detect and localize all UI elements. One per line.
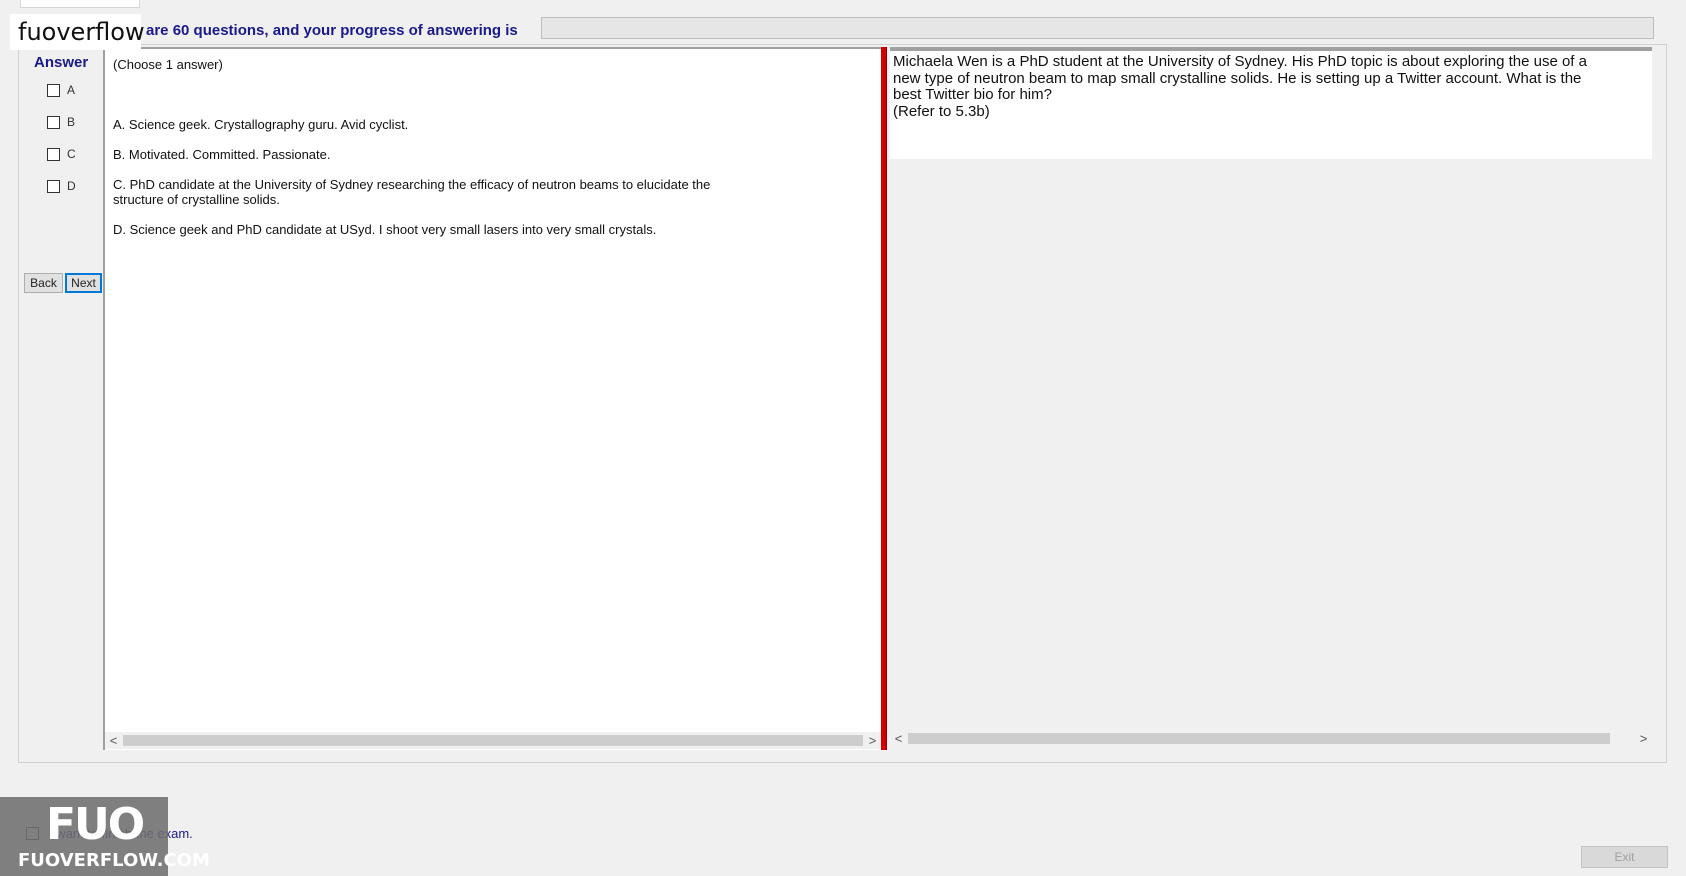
option-d-checkbox[interactable]: D	[47, 179, 76, 193]
checkbox-icon[interactable]	[47, 179, 60, 193]
option-a-checkbox[interactable]: A	[47, 83, 75, 97]
logo-mark: FUO	[46, 799, 145, 850]
progress-bar	[541, 17, 1654, 39]
question-stem: Michaela Wen is a PhD student at the Uni…	[893, 53, 1613, 120]
option-label: B	[67, 115, 76, 129]
option-label: D	[67, 179, 76, 193]
choose-instruction: (Choose 1 answer)	[113, 57, 223, 72]
logo-text: FUOVERFLOW.COM	[18, 850, 210, 871]
exit-button[interactable]: Exit	[1581, 846, 1668, 868]
watermark-logo: FUO FUOVERFLOW.COM	[0, 797, 210, 876]
back-button[interactable]: Back	[24, 273, 63, 293]
stem-text: Michaela Wen is a PhD student at the Uni…	[893, 53, 1587, 103]
answer-c-text: C. PhD candidate at the University of Sy…	[113, 177, 711, 207]
answer-title: Answer	[34, 54, 89, 71]
answer-a-text: A. Science geek. Crystallography guru. A…	[113, 117, 409, 132]
option-c-checkbox[interactable]: C	[47, 147, 76, 161]
scroll-thumb[interactable]	[908, 733, 1610, 744]
scroll-left-icon[interactable]: <	[890, 731, 907, 746]
option-label: C	[67, 147, 76, 161]
checkbox-icon[interactable]	[47, 115, 60, 129]
scroll-thumb[interactable]	[123, 735, 863, 746]
progress-label: are 60 questions, and your progress of a…	[146, 22, 518, 39]
scroll-left-icon[interactable]: <	[105, 733, 122, 748]
answer-d-text: D. Science geek and PhD candidate at USy…	[113, 222, 657, 237]
scroll-right-icon[interactable]: >	[1635, 731, 1652, 746]
next-button[interactable]: Next	[65, 273, 102, 293]
checkbox-icon[interactable]	[47, 83, 60, 97]
question-panel: (Choose 1 answer) A. Science geek. Cryst…	[103, 47, 881, 750]
stem-reference: (Refer to 5.3b)	[893, 102, 990, 120]
panel-divider[interactable]	[881, 47, 887, 750]
stem-panel: Michaela Wen is a PhD student at the Uni…	[890, 47, 1652, 159]
top-tab[interactable]	[20, 0, 140, 8]
answer-b-text: B. Motivated. Committed. Passionate.	[113, 147, 331, 162]
scroll-right-icon[interactable]: >	[864, 733, 881, 748]
stem-hscrollbar[interactable]: < >	[890, 730, 1652, 747]
checkbox-icon[interactable]	[47, 147, 60, 161]
watermark-text: fuoverflow	[10, 14, 145, 50]
question-hscrollbar[interactable]: < >	[105, 732, 881, 749]
option-b-checkbox[interactable]: B	[47, 115, 75, 129]
option-label: A	[67, 83, 76, 97]
